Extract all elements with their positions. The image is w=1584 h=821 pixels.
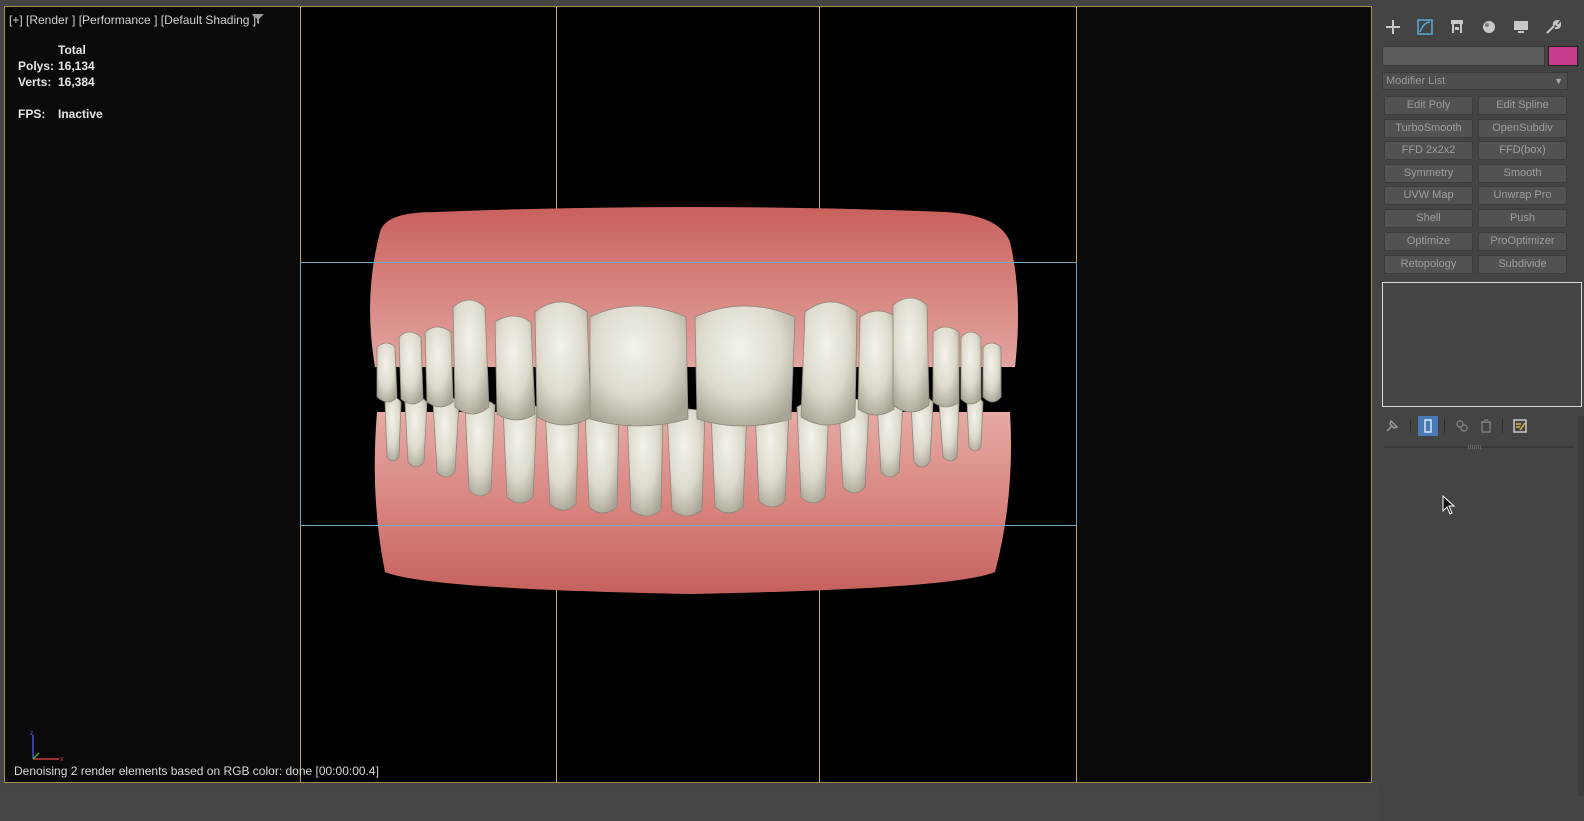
bottom-toolbar	[0, 787, 1584, 821]
chevron-down-icon: ▼	[1554, 76, 1563, 86]
hierarchy-icon[interactable]	[1444, 14, 1470, 40]
modifier-stack-view[interactable]	[1382, 282, 1582, 407]
mouse-cursor-icon	[1442, 495, 1456, 515]
object-color-swatch[interactable]	[1548, 46, 1578, 66]
pin-stack-icon[interactable]	[1382, 416, 1402, 436]
object-name-field[interactable]	[1382, 46, 1545, 66]
perspective-viewport[interactable]: [+] [Render ] [Performance ] [Default Sh…	[4, 6, 1372, 783]
symmetry-button[interactable]: Symmetry	[1384, 164, 1473, 183]
polys-label: Polys:	[18, 59, 55, 73]
filter-icon[interactable]	[251, 13, 265, 25]
prooptimizer-button[interactable]: ProOptimizer	[1478, 232, 1567, 251]
render-status-message: Denoising 2 render elements based on RGB…	[14, 764, 379, 778]
verts-label: Verts:	[18, 75, 52, 89]
configure-modifier-sets-icon[interactable]	[1510, 416, 1530, 436]
optimize-button[interactable]: Optimize	[1384, 232, 1473, 251]
axis-tripod-icon: z x	[30, 730, 64, 763]
command-panel-tabs	[1378, 10, 1584, 42]
shell-button[interactable]: Shell	[1384, 209, 1473, 228]
modifier-list-label: Modifier List	[1386, 75, 1446, 87]
utilities-icon[interactable]	[1540, 14, 1566, 40]
unwrap-pro-button[interactable]: Unwrap Pro	[1478, 186, 1567, 205]
region-render-box[interactable]	[300, 262, 1077, 526]
display-icon[interactable]	[1508, 14, 1534, 40]
push-button[interactable]: Push	[1478, 209, 1567, 228]
stats-header: Total	[58, 43, 86, 57]
ffd-box-button[interactable]: FFD(box)	[1478, 141, 1567, 160]
motion-icon[interactable]	[1476, 14, 1502, 40]
grip-icon[interactable]	[1468, 444, 1482, 450]
show-end-result-icon[interactable]	[1418, 416, 1438, 436]
edit-spline-button[interactable]: Edit Spline	[1478, 96, 1567, 115]
command-panel-scrollbar[interactable]	[1578, 416, 1584, 796]
viewport-menu-label[interactable]: [+] [Render ] [Performance ] [Default Sh…	[9, 13, 256, 27]
retopology-button[interactable]: Retopology	[1384, 255, 1473, 274]
smooth-button[interactable]: Smooth	[1478, 164, 1567, 183]
edit-poly-button[interactable]: Edit Poly	[1384, 96, 1473, 115]
fps-label: FPS:	[18, 107, 46, 121]
modifier-list-dropdown[interactable]: Modifier List ▼	[1382, 72, 1568, 90]
svg-text:z: z	[30, 730, 34, 737]
modifier-stack-toolbar	[1382, 414, 1582, 438]
create-icon[interactable]	[1380, 14, 1406, 40]
opensubdiv-button[interactable]: OpenSubdiv	[1478, 119, 1567, 138]
subdivide-button[interactable]: Subdivide	[1478, 255, 1567, 274]
polys-value: 16,134	[58, 59, 95, 73]
modify-icon[interactable]	[1412, 14, 1438, 40]
command-panel: Modifier List ▼ Edit Poly Edit Spline Tu…	[1378, 6, 1584, 821]
verts-value: 16,384	[58, 75, 95, 89]
ffd-2x2x2-button[interactable]: FFD 2x2x2	[1384, 141, 1473, 160]
make-unique-icon[interactable]	[1452, 416, 1472, 436]
viewport-statistics: Total Polys: 16,134 Verts: 16,384 FPS: Inac…	[18, 42, 103, 122]
svg-text:x: x	[60, 756, 64, 763]
remove-modifier-icon[interactable]	[1476, 416, 1496, 436]
uvw-map-button[interactable]: UVW Map	[1384, 186, 1473, 205]
fps-value: Inactive	[58, 107, 103, 121]
turbosmooth-button[interactable]: TurboSmooth	[1384, 119, 1473, 138]
